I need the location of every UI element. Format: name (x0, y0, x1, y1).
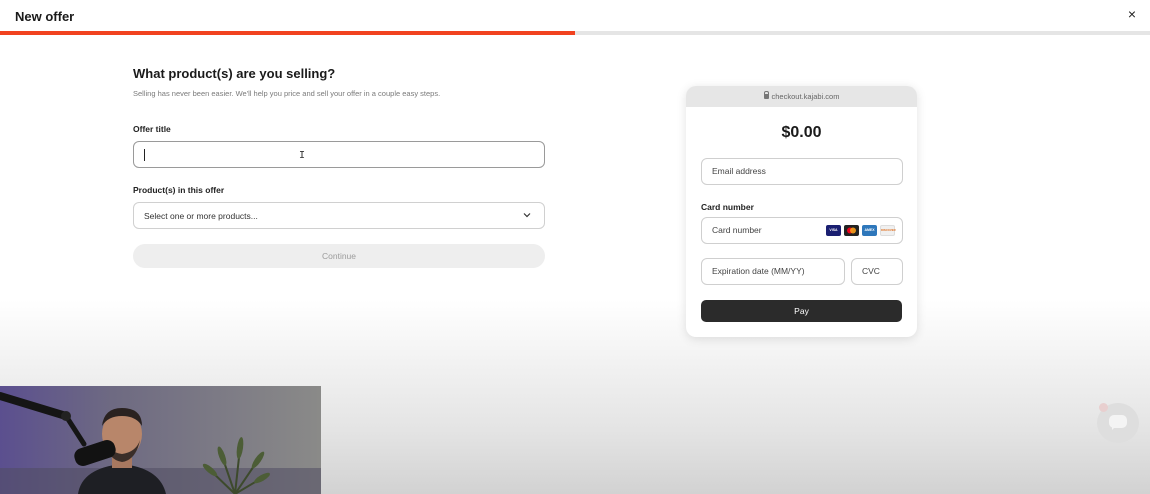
amex-icon: AMEX (862, 225, 877, 236)
text-caret (144, 149, 145, 161)
expiration-date-field[interactable]: Expiration date (MM/YY) (701, 258, 845, 285)
top-bar: New offer × (0, 0, 1150, 31)
email-placeholder: Email address (712, 166, 766, 176)
products-placeholder: Select one or more products... (144, 211, 258, 221)
pay-button[interactable]: Pay (701, 300, 902, 322)
progress-fill (0, 31, 575, 35)
checkout-preview: checkout.kajabi.com $0.00 Email address … (686, 86, 917, 337)
offer-title-label: Offer title (133, 124, 171, 134)
chevron-down-icon (523, 213, 531, 218)
cvc-field[interactable]: CVC (851, 258, 903, 285)
close-icon[interactable]: × (1128, 7, 1136, 21)
ibeam-cursor-icon: I (299, 150, 306, 161)
products-label: Product(s) in this offer (133, 185, 225, 195)
mastercard-icon (844, 225, 859, 236)
card-brands: VISA AMEX DISCOVER (826, 225, 896, 236)
card-number-field[interactable]: Card number VISA AMEX DISCOVER (701, 217, 903, 244)
card-number-placeholder: Card number (712, 225, 762, 235)
checkout-url: checkout.kajabi.com (771, 92, 840, 101)
chat-bubble-tail (1112, 426, 1116, 430)
email-field[interactable]: Email address (701, 158, 903, 185)
chat-launcher-button[interactable] (1097, 403, 1139, 443)
card-number-label: Card number (701, 202, 754, 212)
form-heading: What product(s) are you selling? (133, 66, 336, 81)
continue-button[interactable]: Continue (133, 244, 545, 268)
visa-icon: VISA (826, 225, 841, 236)
expiration-placeholder: Expiration date (MM/YY) (712, 266, 805, 276)
progress-bar (0, 31, 1150, 35)
form-subtitle: Selling has never been easier. We'll hel… (133, 89, 441, 98)
discover-icon: DISCOVER (880, 225, 896, 236)
lock-icon (763, 91, 769, 99)
notification-dot (1099, 403, 1108, 412)
offer-form: What product(s) are you selling? Selling… (133, 66, 545, 268)
webcam-overlay (0, 386, 321, 494)
offer-title-input[interactable]: I (133, 141, 545, 168)
checkout-price: $0.00 (781, 124, 822, 141)
url-bar: checkout.kajabi.com (686, 86, 917, 107)
page-title: New offer (15, 9, 75, 24)
cvc-placeholder: CVC (862, 266, 880, 276)
webcam-image (0, 386, 321, 494)
products-select[interactable]: Select one or more products... (133, 202, 545, 229)
